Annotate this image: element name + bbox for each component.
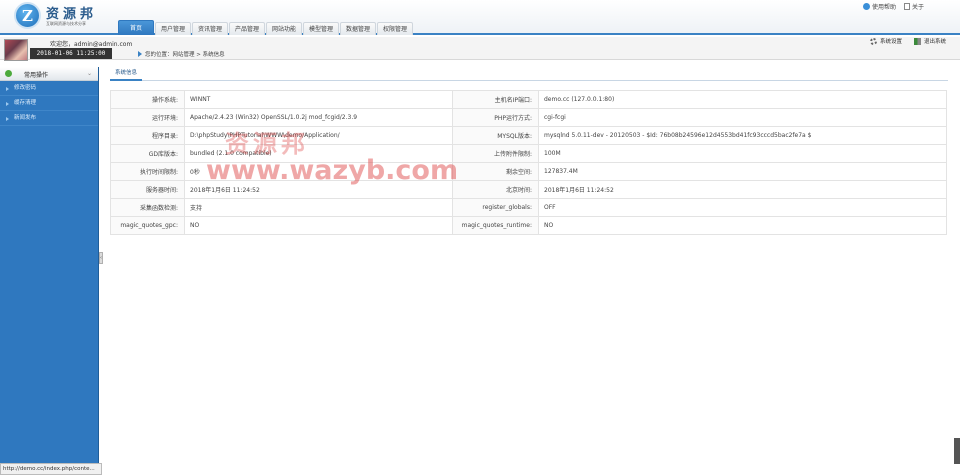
logout-label: 退出系统	[923, 39, 946, 45]
table-row: magic_quotes_gpc: NO magic_quotes_runtime:…	[110, 216, 947, 235]
info-value: NO	[184, 216, 453, 235]
sidebar-collapse-handle[interactable]: ‹	[99, 252, 103, 264]
info-label: 程序目录:	[110, 126, 185, 145]
nav-tab[interactable]: 用户管理	[155, 22, 191, 35]
info-label: 剩余空间:	[452, 162, 539, 181]
info-label: magic_quotes_runtime:	[452, 216, 539, 235]
arrow-right-icon	[138, 51, 142, 57]
sidebar-item[interactable]: 缓存清理	[0, 96, 98, 111]
info-label: register_globals:	[452, 198, 539, 217]
nav-tab[interactable]: 产品管理	[229, 22, 265, 35]
avatar	[4, 39, 28, 61]
sidebar-header-icon	[5, 70, 12, 77]
chevron-down-icon: ⌄	[86, 70, 92, 77]
logo-letter: Z	[22, 7, 33, 25]
watermark-text: 资源邦	[225, 130, 309, 158]
nav-tab[interactable]: 模型管理	[303, 22, 339, 35]
info-label: 执行时间限制:	[110, 162, 185, 181]
help-link[interactable]: 使用帮助	[862, 2, 896, 11]
logo-title: 资源邦	[46, 7, 98, 22]
info-value: 2018年1月6日 11:24:52	[538, 180, 947, 199]
site-logo[interactable]: Z 资源邦 互联网资源与技术分享	[14, 2, 124, 32]
main-nav: 首页 用户管理 资讯管理 产品管理 网站功能 模型管理 数据管理 权限管理	[118, 20, 413, 35]
info-value: OFF	[538, 198, 947, 217]
info-value: 127837.4M	[538, 162, 947, 181]
top-links: 使用帮助 关于	[862, 2, 924, 11]
about-link[interactable]: 关于	[903, 2, 924, 11]
info-value: mysqlnd 5.0.11-dev - 20120503 - $Id: 76b…	[538, 126, 947, 145]
document-icon	[903, 3, 910, 10]
info-label: 主机名IP端口:	[452, 90, 539, 109]
table-row: 操作系统: WINNT 主机名IP端口: demo.cc (127.0.0.1:80)	[110, 90, 947, 109]
info-label: 采集函数检测:	[110, 198, 185, 217]
info-label: GD库版本:	[110, 144, 185, 163]
settings-label: 系统设置	[879, 39, 902, 45]
logout-button[interactable]: 退出系统	[913, 37, 946, 45]
nav-tab[interactable]: 权限管理	[377, 22, 413, 35]
info-label: PHP运行方式:	[452, 108, 539, 127]
info-value: NO	[538, 216, 947, 235]
logo-slogan: 互联网资源与技术分享	[46, 21, 86, 26]
watermark-url: www.wazyb.com	[206, 155, 459, 186]
info-label: 运行环境:	[110, 108, 185, 127]
main-content: 系统信息 操作系统: WINNT 主机名IP端口: demo.cc (127.0.0.…	[110, 67, 948, 235]
browser-status-bar: http://demo.cc/index.php/conte...	[0, 463, 102, 475]
info-value: 支持	[184, 198, 453, 217]
settings-button[interactable]: 系统设置	[869, 37, 902, 45]
breadcrumb: 您的位置：网站管理 > 系统信息	[138, 50, 225, 58]
top-header: Z 资源邦 互联网资源与技术分享 首页 用户管理 资讯管理 产品管理 网站功能 模型管理数…	[0, 0, 960, 35]
about-label: 关于	[911, 4, 924, 11]
gear-icon	[869, 37, 877, 45]
content-tabs: 系统信息	[110, 67, 948, 81]
scrollbar-thumb[interactable]	[954, 438, 960, 464]
info-value: 100M	[538, 144, 947, 163]
help-label: 使用帮助	[871, 4, 896, 11]
user-bar: 欢迎您，admin@admin.com 2018-01-06 11:25:00 …	[0, 37, 960, 61]
info-label: MYSQL版本:	[452, 126, 539, 145]
header-actions: 系统设置 退出系统	[869, 37, 946, 45]
sidebar: 常用操作 ⌄ 修改密码 缓存清理 新闻发布	[0, 67, 99, 464]
info-value: demo.cc (127.0.0.1:80)	[538, 90, 947, 109]
sidebar-header[interactable]: 常用操作 ⌄	[0, 67, 98, 81]
nav-tab[interactable]: 首页	[118, 20, 154, 35]
sidebar-header-label: 常用操作	[24, 72, 49, 79]
sidebar-item[interactable]: 新闻发布	[0, 111, 98, 126]
info-label: 北京时间:	[452, 180, 539, 199]
welcome-text: 欢迎您，admin@admin.com	[50, 41, 133, 48]
info-label: 服务器时间:	[110, 180, 185, 199]
table-row: 采集函数检测: 支持 register_globals: OFF	[110, 198, 947, 217]
datetime-display: 2018-01-06 11:25:00	[30, 48, 112, 59]
logo-icon: Z	[14, 2, 41, 29]
info-label: 操作系统:	[110, 90, 185, 109]
info-label: magic_quotes_gpc:	[110, 216, 185, 235]
tab-system-info[interactable]: 系统信息	[110, 67, 143, 81]
exit-icon	[913, 37, 921, 45]
nav-tab[interactable]: 网站功能	[266, 22, 302, 35]
nav-tab[interactable]: 资讯管理	[192, 22, 228, 35]
help-icon	[862, 3, 870, 10]
breadcrumb-text: 您的位置：网站管理 > 系统信息	[145, 52, 225, 58]
info-value: WINNT	[184, 90, 453, 109]
nav-tab[interactable]: 数据管理	[340, 22, 376, 35]
sidebar-items: 修改密码 缓存清理 新闻发布	[0, 81, 98, 126]
info-label: 上传附件限制:	[452, 144, 539, 163]
sidebar-item[interactable]: 修改密码	[0, 81, 98, 96]
info-value: cgi-fcgi	[538, 108, 947, 127]
